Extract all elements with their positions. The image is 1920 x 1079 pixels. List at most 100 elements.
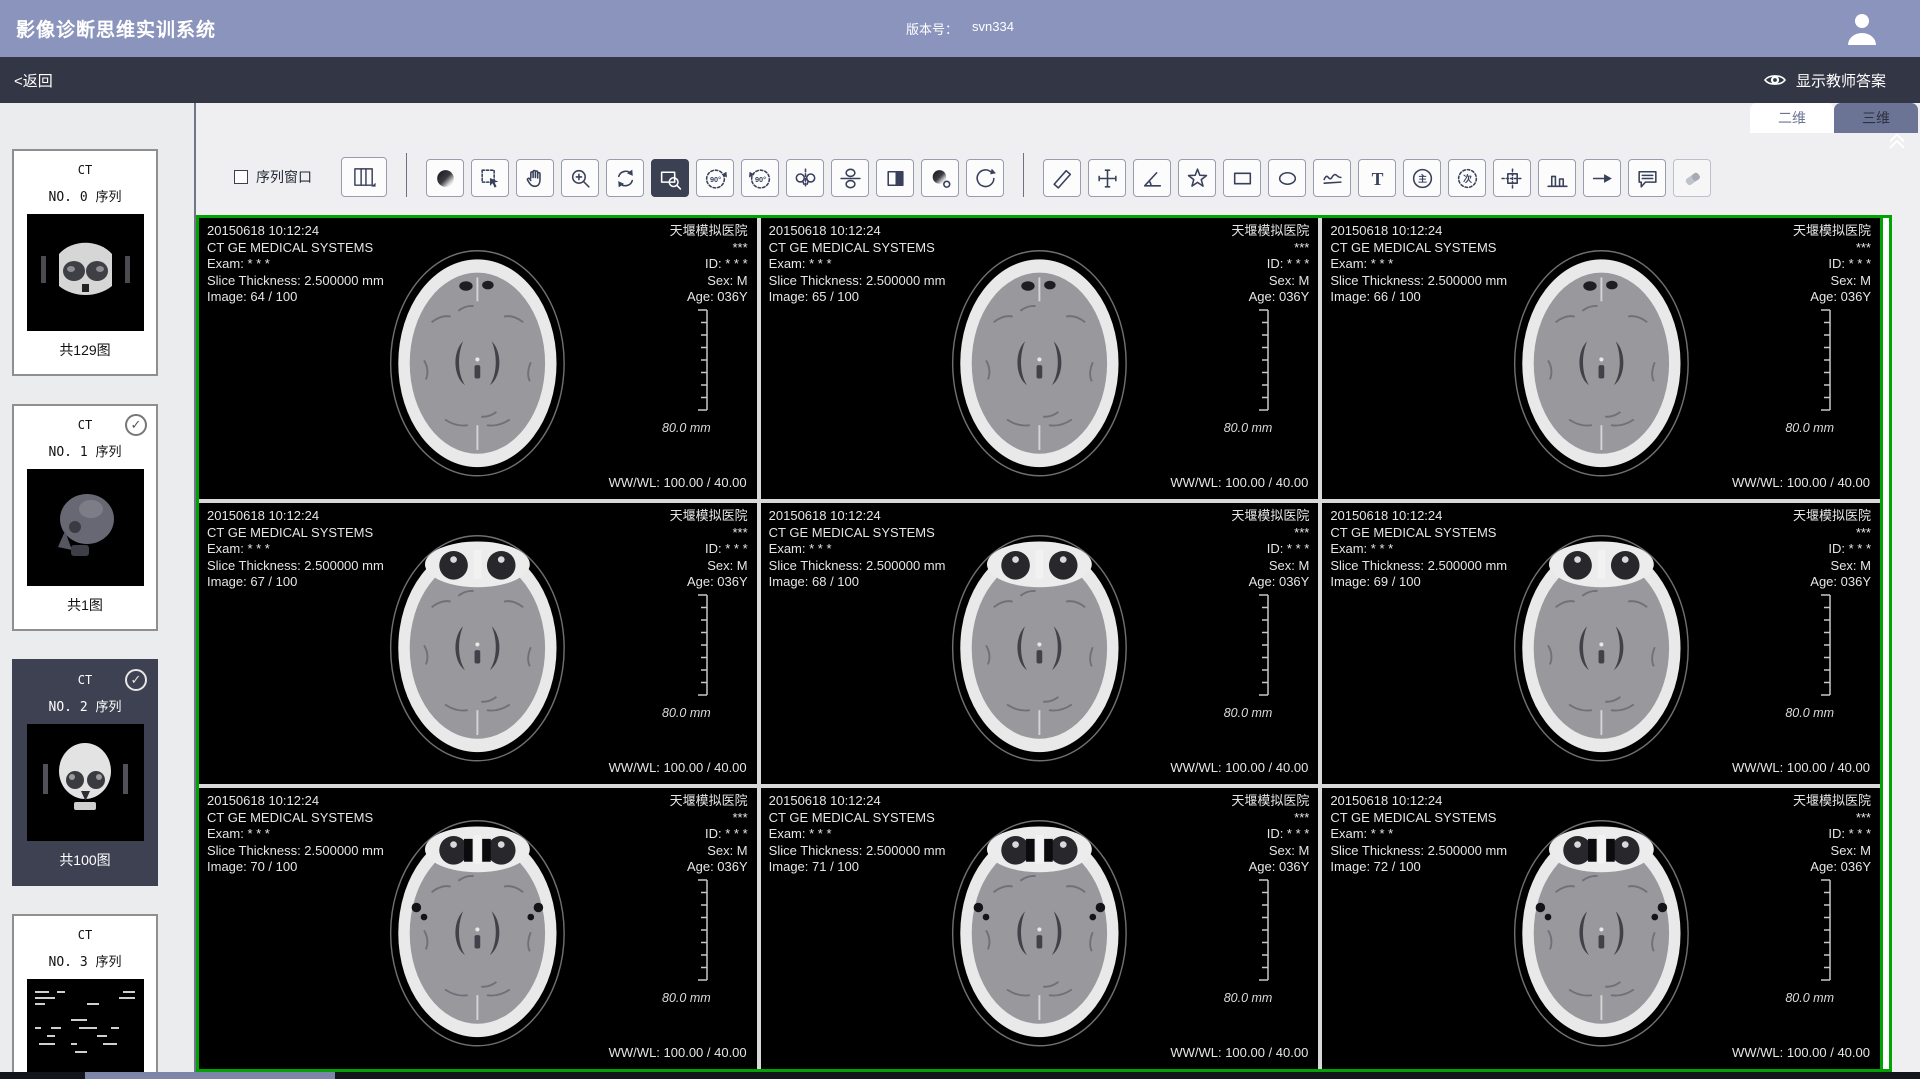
viewer-cell[interactable]: 20150618 10:12:24 CT GE MEDICAL SYSTEMS … (761, 788, 1319, 1069)
cell-datetime: 20150618 10:12:24 (1330, 793, 1507, 810)
series-thumbnail (27, 724, 144, 841)
bottom-scrollbar-thumb[interactable] (85, 1072, 335, 1079)
mark-star-button[interactable] (1178, 159, 1216, 197)
cell-overlay-topleft: 20150618 10:12:24 CT GE MEDICAL SYSTEMS … (1330, 223, 1507, 306)
back-button[interactable]: <返回 (14, 70, 53, 91)
measure-line-button[interactable] (1043, 159, 1081, 197)
cell-hospital: 天堰模拟医院 (1793, 793, 1871, 810)
series-card-0[interactable]: CT NO. 0 序列 共129图 (12, 149, 158, 376)
cell-sex: Sex: M (1793, 558, 1871, 575)
viewer-cell[interactable]: 20150618 10:12:24 CT GE MEDICAL SYSTEMS … (199, 503, 757, 784)
svg-text:主: 主 (1418, 172, 1427, 183)
viewer-cell[interactable]: 20150618 10:12:24 CT GE MEDICAL SYSTEMS … (199, 218, 757, 499)
cell-image-number: Image: 70 / 100 (207, 859, 384, 876)
mark-primary-button[interactable]: 主 (1403, 159, 1441, 197)
mark-curve-button[interactable] (1313, 159, 1351, 197)
eraser-button[interactable] (1673, 159, 1711, 197)
flip-vertical-button[interactable] (831, 159, 869, 197)
cell-scale-label: 80.0 mm (662, 705, 711, 722)
series-card-3[interactable]: CT NO. 3 序列 共1图 (12, 914, 158, 1079)
series-count: 共1图 (14, 595, 156, 615)
rotate-90-ccw-button[interactable]: 90° (696, 159, 734, 197)
series-card-1[interactable]: ✓ CT NO. 1 序列 共1图 (12, 404, 158, 631)
svg-text:90°: 90° (754, 174, 765, 183)
rotate-90-cw-button[interactable]: 90° (741, 159, 779, 197)
pan-button[interactable] (516, 159, 554, 197)
cell-hospital: 天堰模拟医院 (1793, 508, 1871, 525)
mark-rect-button[interactable] (1223, 159, 1261, 197)
tab-2d[interactable]: 二维 (1750, 103, 1834, 133)
viewer-cell[interactable]: 20150618 10:12:24 CT GE MEDICAL SYSTEMS … (761, 503, 1319, 784)
cell-stars: *** (1793, 525, 1871, 542)
measure-cross-button[interactable] (1088, 159, 1126, 197)
viewer-cell[interactable]: 20150618 10:12:24 CT GE MEDICAL SYSTEMS … (1322, 218, 1880, 499)
mark-arrow-button[interactable] (1583, 159, 1621, 197)
cell-slice-thickness: Slice Thickness: 2.500000 mm (1330, 558, 1507, 575)
cell-window-level: WW/WL: 100.00 / 40.00 (1170, 1045, 1308, 1062)
histogram-button[interactable] (1538, 159, 1576, 197)
rotate-button[interactable] (606, 159, 644, 197)
cell-stars: *** (670, 525, 748, 542)
cell-stars: *** (1793, 240, 1871, 257)
cell-overlay-topright: 天堰模拟医院 *** ID: * * * Sex: M Age: 036Y (1793, 223, 1871, 306)
cell-window-level: WW/WL: 100.00 / 40.00 (1732, 1045, 1870, 1062)
cell-exam: Exam: * * * (1330, 256, 1507, 273)
secondary-mark-icon: 次 (1455, 166, 1480, 191)
measure-angle-button[interactable] (1133, 159, 1171, 197)
reset-button[interactable] (966, 159, 1004, 197)
zoom-region-button[interactable] (651, 159, 689, 197)
window-preset-button[interactable] (921, 159, 959, 197)
ellipse-icon (1275, 166, 1300, 191)
show-teacher-answer-button[interactable]: 显示教师答案 (1763, 70, 1886, 91)
mark-roi-button[interactable] (1493, 159, 1531, 197)
cell-hospital: 天堰模拟医院 (1231, 223, 1309, 240)
image-scrollbar[interactable] (1880, 218, 1889, 1069)
collapse-toolbar-button[interactable] (1886, 129, 1908, 156)
cell-datetime: 20150618 10:12:24 (769, 793, 946, 810)
rotate-90-cw-icon: 90° (748, 166, 773, 191)
text-tool-icon: T (1365, 166, 1390, 191)
window-level-icon (433, 166, 458, 191)
select-button[interactable] (471, 159, 509, 197)
cell-overlay-topleft: 20150618 10:12:24 CT GE MEDICAL SYSTEMS … (207, 793, 384, 876)
cell-patient-id: ID: * * * (1231, 256, 1309, 273)
cell-image-number: Image: 69 / 100 (1330, 574, 1507, 591)
zoom-region-icon (658, 166, 683, 191)
invert-button[interactable] (876, 159, 914, 197)
mark-text-button[interactable]: T (1358, 159, 1396, 197)
svg-text:次: 次 (1463, 172, 1472, 183)
series-window-checkbox[interactable] (234, 170, 248, 184)
series-card-2[interactable]: ✓ CT NO. 2 序列 共100图 (12, 659, 158, 886)
window-level-button[interactable] (426, 159, 464, 197)
flip-horizontal-button[interactable] (786, 159, 824, 197)
user-avatar-icon[interactable] (1842, 9, 1882, 49)
viewer-cell[interactable]: 20150618 10:12:24 CT GE MEDICAL SYSTEMS … (1322, 503, 1880, 784)
cell-datetime: 20150618 10:12:24 (769, 223, 946, 240)
cell-stars: *** (670, 810, 748, 827)
cell-hospital: 天堰模拟医院 (1231, 793, 1309, 810)
rectangle-icon (1230, 166, 1255, 191)
viewer-cell[interactable]: 20150618 10:12:24 CT GE MEDICAL SYSTEMS … (761, 218, 1319, 499)
cell-image-number: Image: 67 / 100 (207, 574, 384, 591)
comment-icon (1635, 166, 1660, 191)
mark-ellipse-button[interactable] (1268, 159, 1306, 197)
zoom-in-button[interactable] (561, 159, 599, 197)
cell-slice-thickness: Slice Thickness: 2.500000 mm (769, 843, 946, 860)
cell-scale-label: 80.0 mm (1224, 990, 1273, 1007)
cell-overlay-topleft: 20150618 10:12:24 CT GE MEDICAL SYSTEMS … (207, 223, 384, 306)
mark-secondary-button[interactable]: 次 (1448, 159, 1486, 197)
cell-window-level: WW/WL: 100.00 / 40.00 (609, 1045, 747, 1062)
comment-button[interactable] (1628, 159, 1666, 197)
layout-button[interactable] (341, 157, 387, 197)
series-window-toggle[interactable]: 序列窗口 (234, 167, 312, 187)
viewer-cell[interactable]: 20150618 10:12:24 CT GE MEDICAL SYSTEMS … (1322, 788, 1880, 1069)
series-thumbnail (27, 469, 144, 586)
series-thumbnail (27, 979, 144, 1079)
viewer-cell[interactable]: 20150618 10:12:24 CT GE MEDICAL SYSTEMS … (199, 788, 757, 1069)
version-info: 版本号： svn334 (906, 19, 1014, 38)
app-title: 影像诊断思维实训系统 (16, 15, 216, 42)
cell-overlay-topleft: 20150618 10:12:24 CT GE MEDICAL SYSTEMS … (1330, 508, 1507, 591)
tab-3d[interactable]: 三维 (1834, 103, 1918, 133)
checked-icon: ✓ (125, 414, 147, 436)
cell-stars: *** (1231, 240, 1309, 257)
